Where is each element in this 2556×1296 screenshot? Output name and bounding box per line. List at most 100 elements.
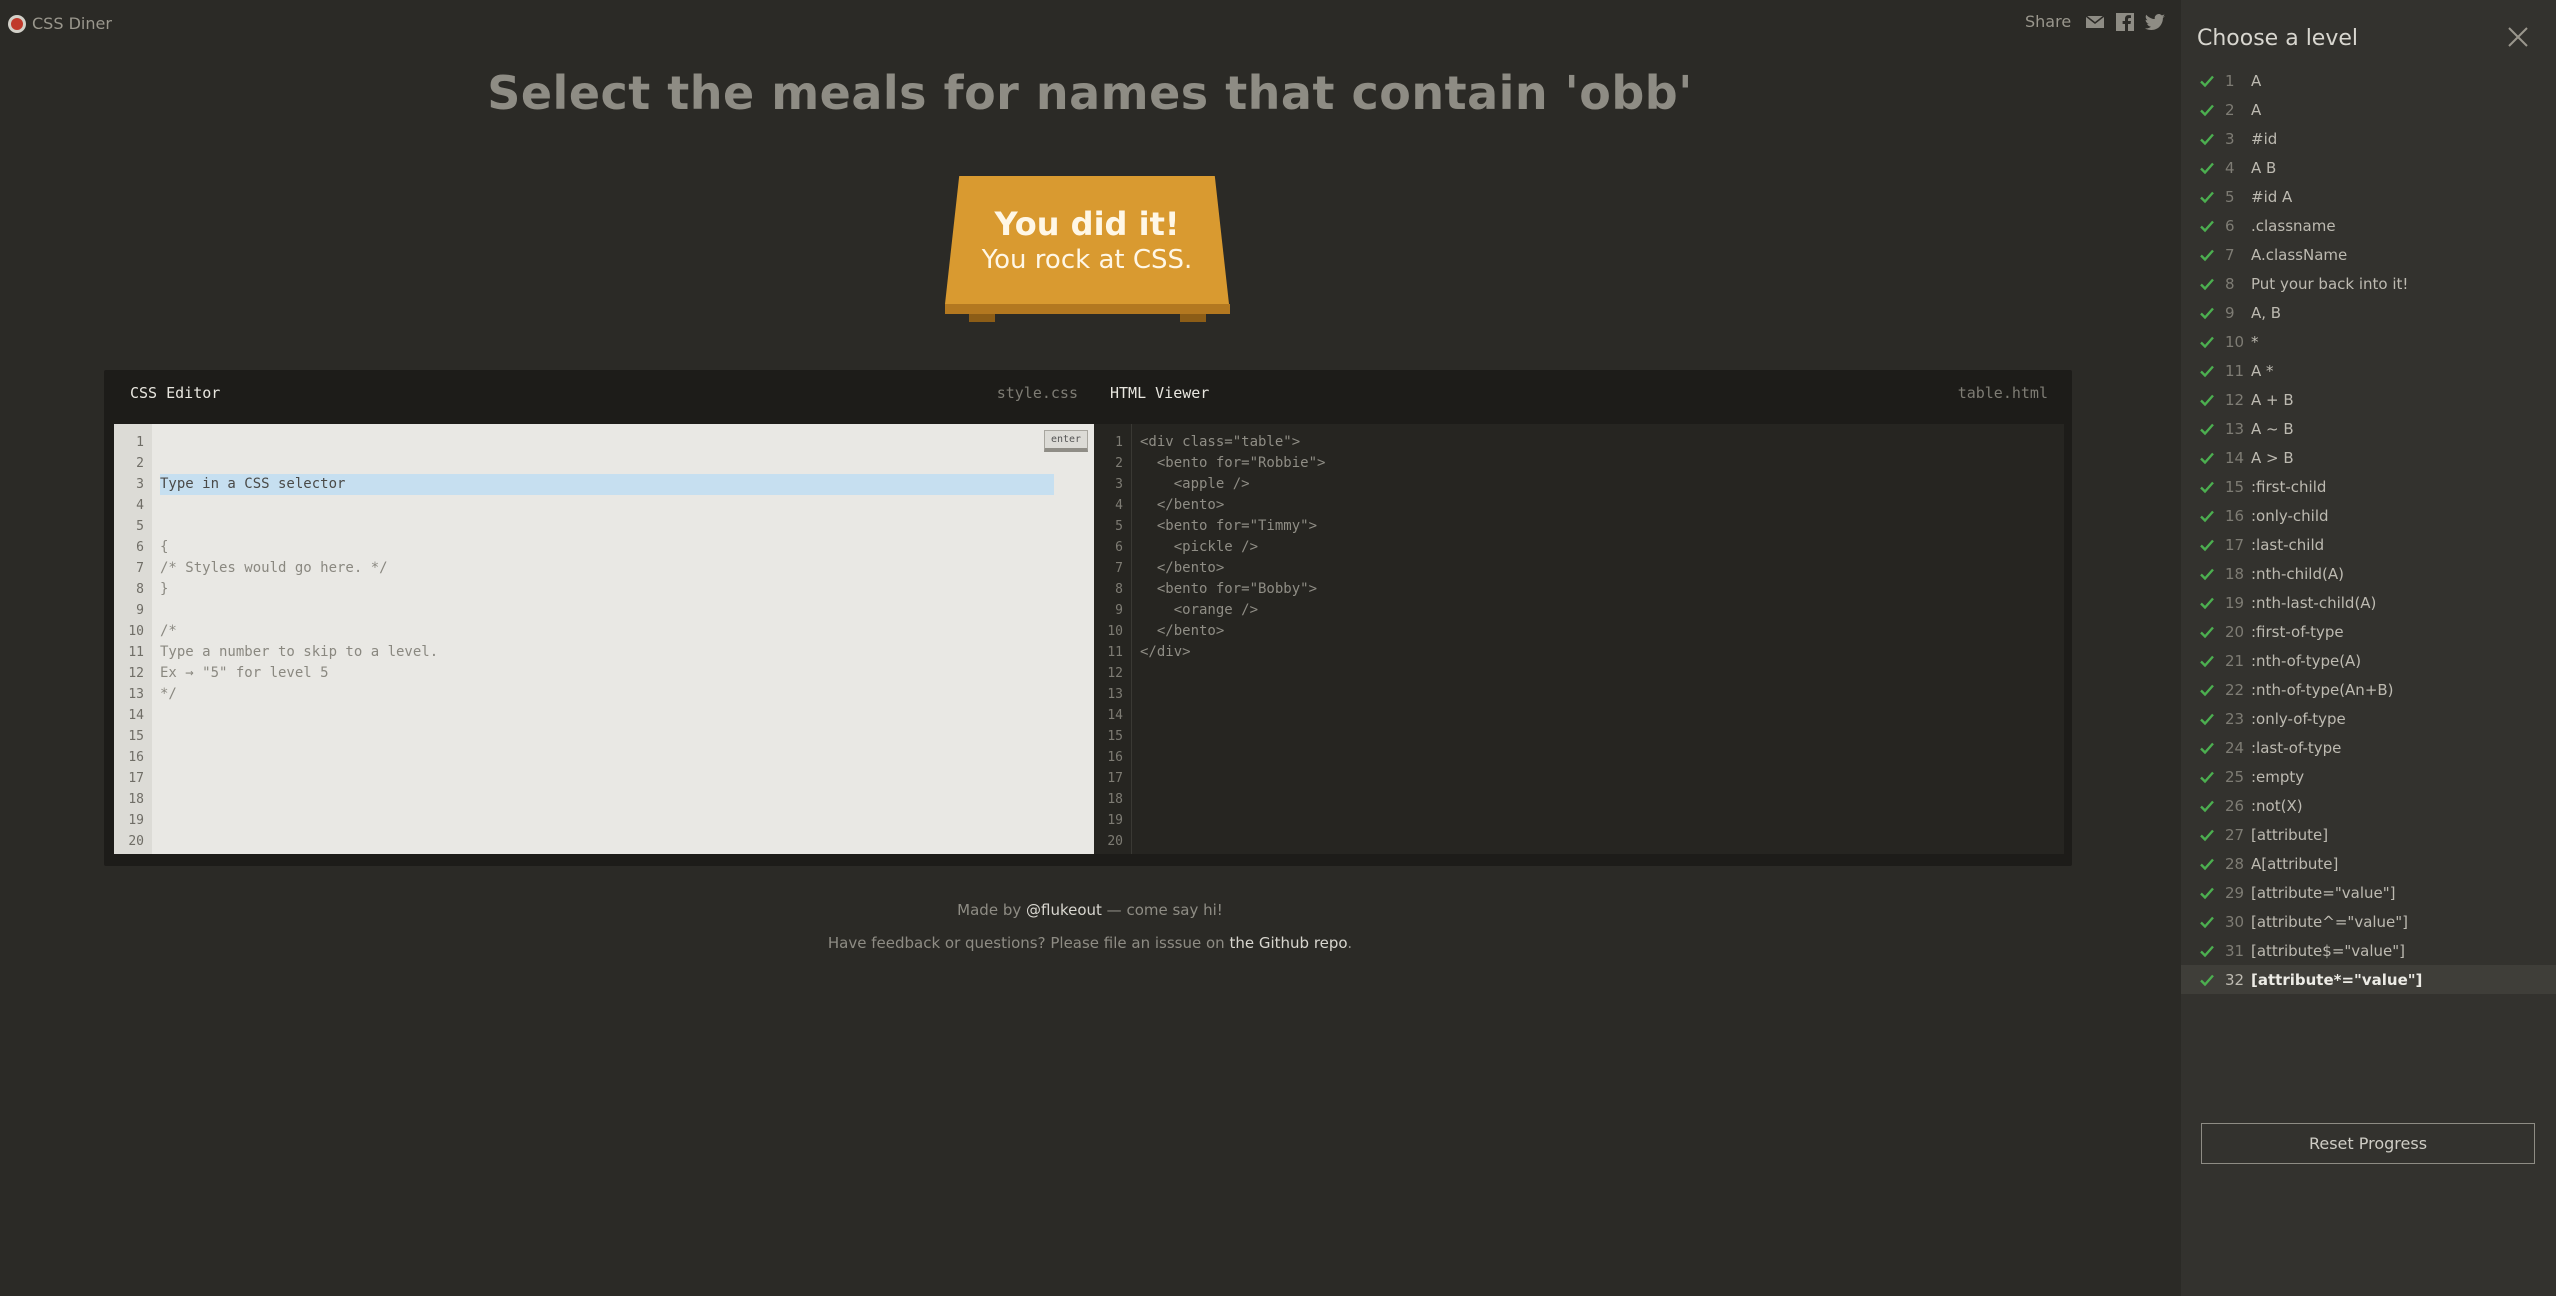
app-logo[interactable]: CSS Diner [8, 14, 112, 33]
level-number: 20 [2225, 622, 2245, 641]
level-item[interactable]: 10 * [2181, 327, 2556, 356]
close-icon[interactable] [2507, 26, 2529, 48]
level-item[interactable]: 23:only-of-type [2181, 704, 2556, 733]
reset-progress-button[interactable]: Reset Progress [2201, 1123, 2535, 1164]
level-item[interactable]: 26:not(X) [2181, 791, 2556, 820]
level-item[interactable]: 30 [attribute^="value"] [2181, 907, 2556, 936]
checkmark-icon [2200, 510, 2214, 522]
level-item[interactable]: 8 Put your back into it! [2181, 269, 2556, 298]
line-number: 20 [1107, 834, 1123, 849]
github-repo-link[interactable]: the Github repo [1229, 934, 1347, 952]
enter-button[interactable]: enter [1044, 430, 1088, 452]
line-number: 15 [1107, 729, 1123, 744]
line-number: 16 [128, 750, 144, 765]
line-number: 4 [1115, 498, 1123, 513]
level-item[interactable]: 28 A[attribute] [2181, 849, 2556, 878]
line-number: 11 [1107, 645, 1123, 660]
footer-credit-prefix: Made by [957, 901, 1026, 919]
css-selector-input[interactable]: Type in a CSS selector [160, 474, 1054, 495]
level-item[interactable]: 25:empty [2181, 762, 2556, 791]
html-code-line[interactable]: <pickle /> [1140, 537, 2064, 558]
checkmark-icon [2200, 423, 2214, 435]
level-item[interactable]: 14 A > B [2181, 443, 2556, 472]
checkmark-icon [2200, 104, 2214, 116]
html-code-line[interactable]: </bento> [1140, 495, 2064, 516]
css-code-line: Type a number to skip to a level. [160, 644, 439, 660]
level-item[interactable]: 21:nth-of-type(A) [2181, 646, 2556, 675]
line-number: 19 [128, 813, 144, 828]
level-name: [attribute="value"] [2251, 883, 2396, 902]
css-editor-header: CSS Editor style.css [114, 370, 1094, 416]
html-code-line[interactable]: <apple /> [1140, 474, 2064, 495]
level-item[interactable]: 5 #id A [2181, 182, 2556, 211]
level-item[interactable]: 20:first-of-type [2181, 617, 2556, 646]
css-code-line: */ [160, 686, 177, 702]
twitter-icon[interactable] [2145, 13, 2166, 31]
level-item[interactable]: 27 [attribute] [2181, 820, 2556, 849]
html-code-line[interactable]: </bento> [1140, 621, 2064, 642]
line-number: 13 [128, 687, 144, 702]
level-number: 7 [2225, 245, 2235, 264]
level-item[interactable]: 22:nth-of-type(An+B) [2181, 675, 2556, 704]
level-number: 28 [2225, 854, 2245, 873]
html-code-line[interactable]: <bento for="Bobby"> [1140, 579, 2064, 600]
line-number: 3 [136, 477, 144, 492]
level-item[interactable]: 18:nth-child(A) [2181, 559, 2556, 588]
level-name: A ~ B [2251, 419, 2294, 438]
level-item[interactable]: 6 .classname [2181, 211, 2556, 240]
success-title: You did it! [994, 205, 1180, 243]
level-name: * [2251, 332, 2259, 351]
footer-feedback-suffix: . [1347, 934, 1353, 952]
footer-credit: Made by @flukeout — come say hi! [0, 901, 2180, 919]
level-number: 10 [2225, 332, 2245, 351]
level-number: 17 [2225, 535, 2245, 554]
level-item[interactable]: 16:only-child [2181, 501, 2556, 530]
level-name: [attribute$="value"] [2251, 941, 2406, 960]
level-item[interactable]: 19:nth-last-child(A) [2181, 588, 2556, 617]
line-number: 19 [1107, 813, 1123, 828]
checkmark-icon [2200, 974, 2214, 986]
level-item[interactable]: 7 A.className [2181, 240, 2556, 269]
level-item[interactable]: 15:first-child [2181, 472, 2556, 501]
html-code-line[interactable]: </div> [1140, 642, 2064, 663]
plate-leg-left [969, 314, 995, 322]
level-number: 32 [2225, 970, 2245, 989]
level-item[interactable]: 4 A B [2181, 153, 2556, 182]
html-code-line[interactable]: <div class="table"> [1140, 432, 2064, 453]
success-subtitle: You rock at CSS. [981, 245, 1193, 275]
level-number: 30 [2225, 912, 2245, 931]
css-editor-title: CSS Editor [130, 384, 221, 402]
html-code-line[interactable]: </bento> [1140, 558, 2064, 579]
level-item[interactable]: 24:last-of-type [2181, 733, 2556, 762]
level-item[interactable]: 29 [attribute="value"] [2181, 878, 2556, 907]
line-number: 13 [1107, 687, 1123, 702]
level-item[interactable]: 9 A, B [2181, 298, 2556, 327]
html-code-line[interactable]: <orange /> [1140, 600, 2064, 621]
html-viewer-header: HTML Viewer table.html [1094, 370, 2064, 416]
html-code-line[interactable]: <bento for="Robbie"> [1140, 453, 2064, 474]
level-item[interactable]: 2A [2181, 95, 2556, 124]
level-item[interactable]: 1A [2181, 66, 2556, 95]
level-name: :nth-child(A) [2251, 564, 2344, 583]
line-number: 10 [128, 624, 144, 639]
level-number: 31 [2225, 941, 2245, 960]
facebook-icon[interactable] [2115, 12, 2135, 31]
level-item[interactable]: 11 A * [2181, 356, 2556, 385]
level-item[interactable]: 13 A ~ B [2181, 414, 2556, 443]
level-item[interactable]: 17:last-child [2181, 530, 2556, 559]
line-number: 16 [1107, 750, 1123, 765]
level-item[interactable]: 12 A + B [2181, 385, 2556, 414]
author-link[interactable]: @flukeout [1026, 901, 1102, 919]
footer-feedback-prefix: Have feedback or questions? Please file … [827, 934, 1230, 952]
level-item[interactable]: 3 #id [2181, 124, 2556, 153]
html-code-line[interactable]: <bento for="Timmy"> [1140, 516, 2064, 537]
email-icon[interactable] [2085, 13, 2105, 31]
level-item[interactable]: 32 [attribute*="value"] [2181, 965, 2556, 994]
share-label: Share [2025, 12, 2072, 31]
level-item[interactable]: 31 [attribute$="value"] [2181, 936, 2556, 965]
html-line-numbers: 1 2 3 4 5 6 7 8 9 10 11 12 13 14 15 16 17 18 19 20 [1094, 424, 1132, 854]
level-number: 5 [2225, 187, 2235, 206]
level-name: A.className [2251, 245, 2348, 264]
line-number: 2 [1115, 456, 1123, 471]
level-name: :nth-of-type(A) [2251, 651, 2362, 670]
